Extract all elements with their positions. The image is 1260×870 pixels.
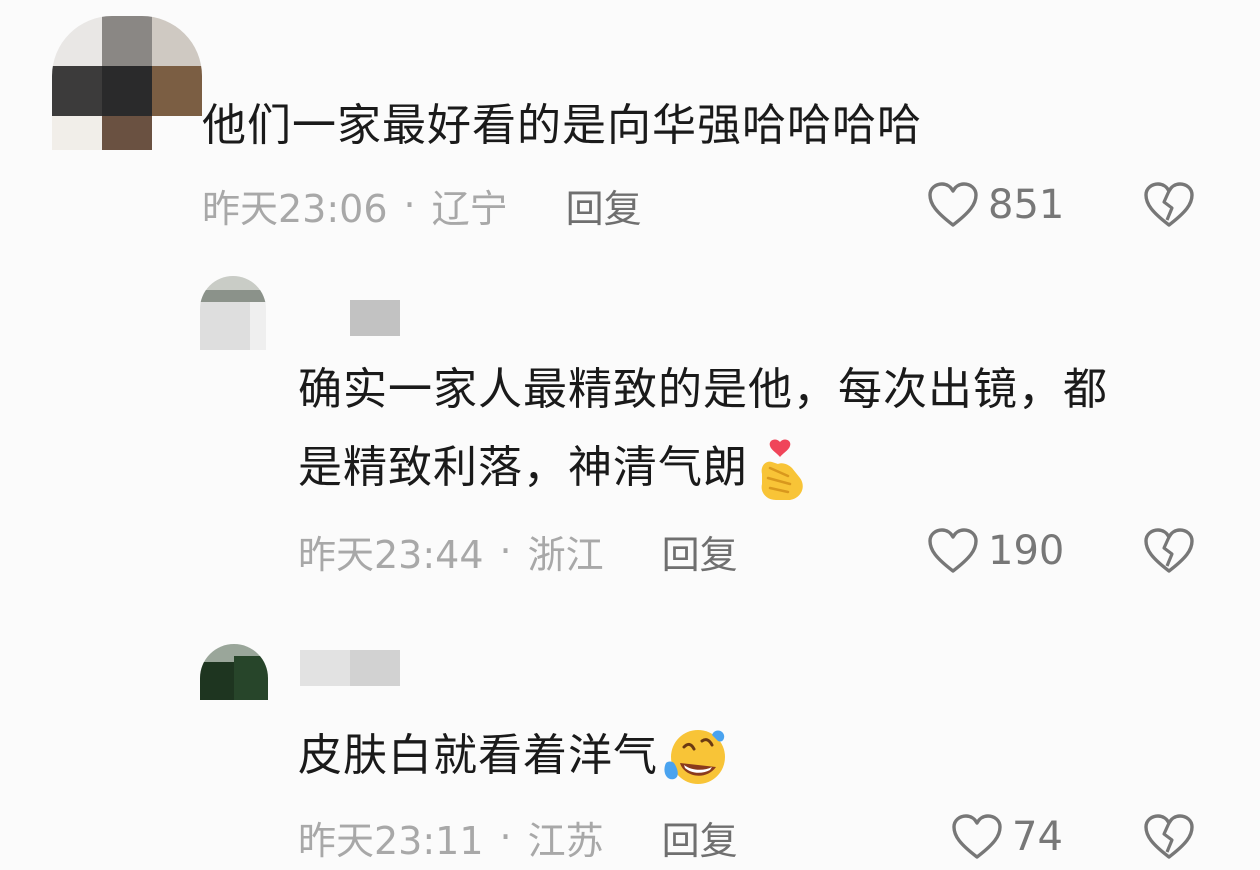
comment-meta: 昨天23:06 · 辽宁 回复 bbox=[202, 178, 642, 233]
comment-time: 昨天23:06 bbox=[202, 186, 388, 231]
meta-separator: · bbox=[499, 529, 512, 573]
broken-heart-icon[interactable] bbox=[1142, 812, 1196, 862]
comment-text-line2: 是精致利落，神清气朗 bbox=[298, 428, 808, 508]
avatar[interactable] bbox=[200, 644, 268, 700]
comment-1: 他们一家最好看的是向华强哈哈哈哈 昨天23:06 · 辽宁 回复 851 bbox=[0, 0, 1260, 250]
like-button[interactable]: 74 bbox=[950, 810, 1063, 864]
finger-heart-emoji bbox=[761, 439, 803, 500]
broken-heart-icon[interactable] bbox=[1142, 180, 1196, 230]
comment-text-line2-content: 是精致利落，神清气朗 bbox=[298, 442, 748, 493]
meta-separator: · bbox=[403, 183, 416, 227]
comment-text: 皮肤白就看着洋气 bbox=[298, 716, 728, 796]
heart-outline-icon bbox=[928, 528, 978, 573]
comment-time: 昨天23:44 bbox=[298, 532, 484, 577]
heart-outline-icon bbox=[952, 814, 1002, 859]
reply-button[interactable]: 回复 bbox=[662, 524, 738, 579]
comment-meta: 昨天23:44 · 浙江 回复 bbox=[298, 524, 738, 579]
comment-location: 浙江 bbox=[527, 532, 604, 577]
heart-outline-icon bbox=[928, 182, 978, 227]
comment-location: 江苏 bbox=[527, 818, 604, 863]
like-count: 190 bbox=[988, 528, 1065, 574]
comment-time: 昨天23:11 bbox=[298, 818, 484, 863]
reply-button[interactable]: 回复 bbox=[566, 178, 642, 233]
like-button[interactable]: 851 bbox=[926, 178, 1064, 232]
comment-meta: 昨天23:11 · 江苏 回复 bbox=[298, 810, 738, 865]
comment-location: 辽宁 bbox=[431, 186, 508, 231]
avatar[interactable] bbox=[200, 276, 266, 350]
reply-button[interactable]: 回复 bbox=[662, 810, 738, 865]
username-blurred[interactable] bbox=[300, 300, 400, 336]
comment-text-line1: 确实一家人最精致的是他，每次出镜，都 bbox=[298, 364, 1108, 415]
like-count: 74 bbox=[1012, 814, 1063, 860]
avatar[interactable] bbox=[52, 16, 202, 150]
rolling-laughing-emoji bbox=[664, 730, 725, 784]
comment-text-content: 皮肤白就看着洋气 bbox=[298, 730, 658, 781]
meta-separator: · bbox=[499, 815, 512, 859]
broken-heart-icon[interactable] bbox=[1142, 526, 1196, 576]
comment-text: 他们一家最好看的是向华强哈哈哈哈 bbox=[202, 100, 922, 151]
username-blurred[interactable] bbox=[300, 650, 400, 686]
like-count: 851 bbox=[988, 182, 1065, 228]
like-button[interactable]: 190 bbox=[926, 524, 1064, 578]
